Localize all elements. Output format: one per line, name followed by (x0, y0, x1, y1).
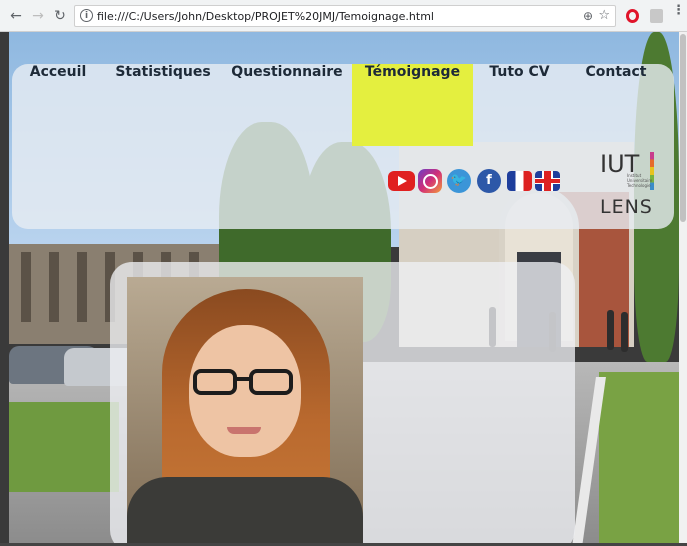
twitter-icon[interactable]: 🐦 (447, 169, 471, 193)
back-button[interactable]: ← (8, 8, 24, 24)
site-info-icon[interactable]: i (80, 9, 93, 22)
uk-flag-icon[interactable] (535, 171, 560, 191)
zoom-icon[interactable]: ⊕ (583, 9, 593, 23)
logo-lens-text: LENS (600, 196, 653, 218)
page-scrollbar[interactable] (679, 32, 687, 543)
nav-item-temoignage[interactable]: Témoignage (352, 64, 473, 146)
instagram-icon[interactable] (418, 169, 442, 193)
nav-item-questionnaire[interactable]: Questionnaire (222, 64, 352, 146)
address-bar[interactable]: i file:///C:/Users/John/Desktop/PROJET%2… (74, 5, 616, 27)
forward-button[interactable]: → (30, 8, 46, 24)
nav-item-statistiques[interactable]: Statistiques (104, 64, 222, 146)
youtube-icon[interactable] (388, 171, 415, 191)
facebook-icon[interactable]: f (477, 169, 501, 193)
scrollbar-thumb[interactable] (680, 34, 686, 222)
header-panel: Acceuil Statistiques Questionnaire Témoi… (12, 64, 674, 229)
logo-subtitle: Institut Universitaire Technologie (627, 173, 653, 188)
opera-extension-icon[interactable] (626, 9, 639, 23)
iut-lens-logo: IUT Institut Universitaire Technologie L… (600, 150, 660, 220)
extension-icon[interactable] (650, 9, 663, 23)
france-flag-icon[interactable] (507, 171, 532, 191)
page-viewport: Acceuil Statistiques Questionnaire Témoi… (9, 32, 679, 543)
address-url[interactable]: file:///C:/Users/John/Desktop/PROJET%20J… (97, 10, 434, 23)
social-links: 🐦 f (388, 169, 568, 193)
reload-button[interactable]: ↻ (52, 8, 68, 24)
nav-item-contact[interactable]: Contact (566, 64, 666, 146)
nav-item-tuto-cv[interactable]: Tuto CV (473, 64, 566, 146)
testimonial-photo (127, 277, 363, 543)
bookmark-star-icon[interactable]: ☆ (598, 8, 610, 23)
browser-menu-icon[interactable]: ⋮ (672, 4, 685, 17)
browser-toolbar: ← → ↻ i file:///C:/Users/John/Desktop/PR… (0, 0, 687, 32)
nav-item-acceuil[interactable]: Acceuil (12, 64, 104, 146)
